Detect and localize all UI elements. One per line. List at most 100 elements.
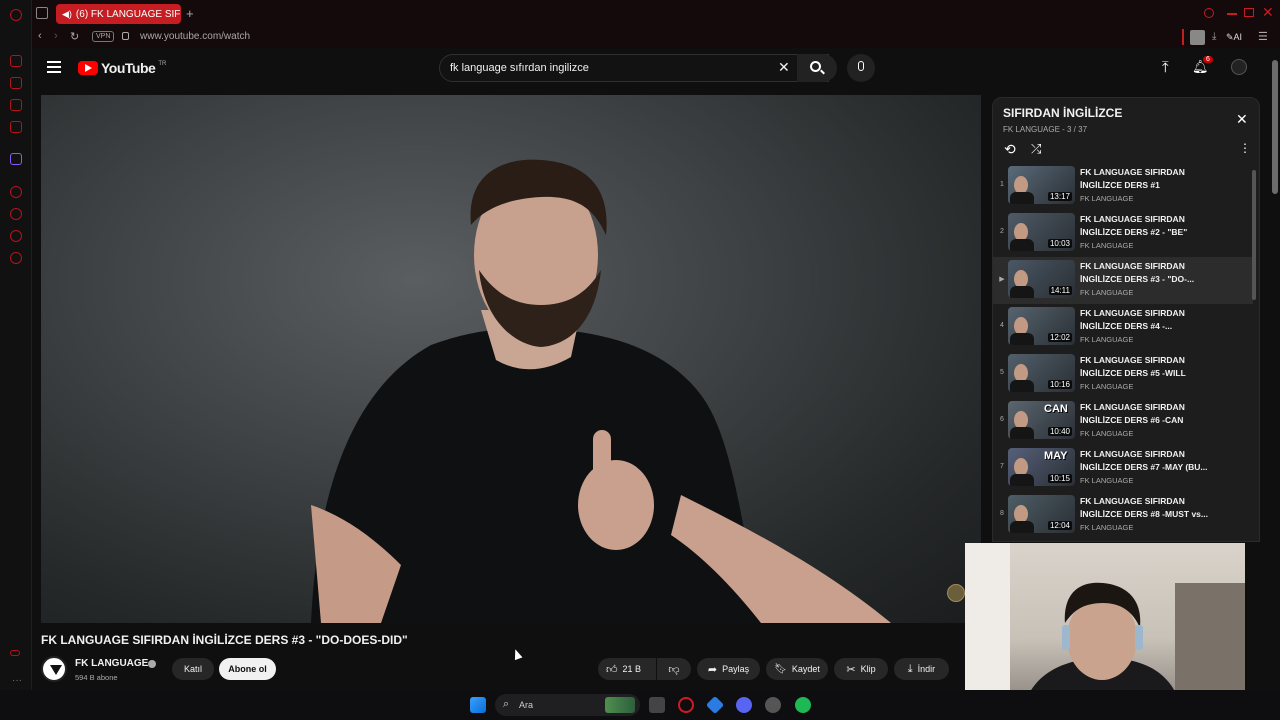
spotify-icon[interactable]	[795, 697, 811, 713]
close-window-icon[interactable]: ✕	[1262, 4, 1274, 21]
maximize-icon[interactable]	[1244, 8, 1254, 17]
lock-icon[interactable]	[122, 32, 129, 40]
playlist-item-title[interactable]: FK LANGUAGE SIFIRDAN İNGİLİZCE DERS #7 -M…	[1080, 448, 1220, 474]
title-line-1: FK LANGUAGE SIFIRDAN	[1080, 308, 1185, 318]
playlist-item-thumbnail[interactable]: 14:11	[1008, 260, 1075, 298]
playlist-item[interactable]: 4 12:02 FK LANGUAGE SIFIRDAN İNGİLİZCE DERS…	[993, 304, 1253, 351]
playlist-item-index: 8	[1000, 510, 1004, 517]
playlist-item-title[interactable]: FK LANGUAGE SIFIRDAN İNGİLİZCE DERS #2 - …	[1080, 213, 1220, 239]
aria-icon[interactable]	[10, 55, 22, 67]
back-icon[interactable]: ‹	[38, 30, 42, 42]
playlist-item-title[interactable]: FK LANGUAGE SIFIRDAN İNGİLİZCE DERS #5 -W…	[1080, 354, 1220, 380]
clip-button[interactable]: ✂ Klip	[834, 658, 888, 680]
playlist-item[interactable]: 6 CAN 10:40 FK LANGUAGE SIFIRDAN İNGİLİZCE D…	[993, 398, 1253, 445]
search-button[interactable]	[797, 54, 837, 82]
share-button[interactable]: ➦ Paylaş	[697, 658, 760, 680]
url-field[interactable]: www.youtube.com/watch	[140, 31, 250, 42]
playlist-item-title[interactable]: FK LANGUAGE SIFIRDAN İNGİLİZCE DERS #3 - …	[1080, 260, 1220, 286]
playlist-item-title[interactable]: FK LANGUAGE SIFIRDAN İNGİLİZCE DERS #4 -.…	[1080, 307, 1220, 333]
playlist-item[interactable]: ▶ 14:11 FK LANGUAGE SIFIRDAN İNGİLİZCE DERS…	[993, 257, 1253, 304]
workspaces-icon[interactable]	[36, 7, 48, 19]
thumbnail-body	[1010, 192, 1034, 204]
playlist-item[interactable]: 8 12:04 FK LANGUAGE SIFIRDAN İNGİLİZCE DERS…	[993, 492, 1253, 539]
taskbar-search-input[interactable]: ⌕ Ara	[495, 694, 640, 716]
playlist-item-title[interactable]: FK LANGUAGE SIFIRDAN İNGİLİZCE DERS #8 -M…	[1080, 495, 1220, 521]
taskbar-search-placeholder: Ara	[519, 700, 534, 710]
video-duration: 10:15	[1047, 474, 1072, 483]
upload-icon[interactable]: ⤒	[1162, 59, 1169, 76]
channel-avatar[interactable]	[41, 656, 67, 682]
like-button[interactable]: 👍︎ 21 B	[598, 658, 656, 680]
clear-search-icon[interactable]: ✕	[778, 59, 790, 76]
loop-icon[interactable]: ⟲	[1004, 141, 1016, 158]
thumbnail-body	[1010, 474, 1034, 486]
bookmarks-icon[interactable]	[10, 230, 22, 242]
account-avatar[interactable]	[1231, 59, 1247, 75]
title-line-1: FK LANGUAGE SIFIRDAN	[1080, 167, 1185, 177]
channel-watermark-icon[interactable]	[947, 584, 965, 602]
title-line-2: İNGİLİZCE DERS #1	[1080, 180, 1160, 190]
opera-gx-taskbar-icon[interactable]	[678, 697, 694, 713]
playlist-title[interactable]: SIFIRDAN İNGİLİZCE	[1003, 106, 1122, 120]
page-scrollbar[interactable]	[1272, 60, 1278, 194]
aria-ai-button[interactable]: ✎AI	[1226, 32, 1242, 43]
search-input[interactable]: fk language sıfırdan ingilizce ✕	[439, 54, 829, 82]
playlist-item-thumbnail[interactable]: 12:04	[1008, 495, 1075, 533]
opera-logo-icon[interactable]	[10, 9, 22, 21]
save-button[interactable]: 🔖︎ Kaydet	[766, 658, 828, 680]
playlist-item-thumbnail[interactable]: CAN 10:40	[1008, 401, 1075, 439]
like-icon: 👍︎	[606, 663, 618, 676]
history-icon[interactable]	[10, 208, 22, 220]
menu-icon[interactable]	[47, 61, 61, 63]
messenger-icon[interactable]	[10, 77, 22, 89]
easy-setup-icon[interactable]: ☰	[1258, 30, 1268, 43]
profile-avatar[interactable]	[1190, 30, 1205, 45]
playlist-item-thumbnail[interactable]: 10:03	[1008, 213, 1075, 251]
steam-icon[interactable]	[765, 697, 781, 713]
playlist-item-title[interactable]: FK LANGUAGE SIFIRDAN İNGİLİZCE DERS #1	[1080, 166, 1220, 192]
playlist-scrollbar[interactable]	[1252, 170, 1256, 300]
windows-start-icon[interactable]	[470, 697, 486, 713]
active-tab[interactable]: ◀) (6) FK LANGUAGE SIFIRDAN	[56, 4, 181, 24]
close-playlist-icon[interactable]: ✕	[1236, 111, 1248, 128]
title-line-1: FK LANGUAGE SIFIRDAN	[1080, 402, 1185, 412]
youtube-logo[interactable]: YouTube TR	[78, 60, 166, 76]
shuffle-icon[interactable]: ⤮	[1031, 141, 1041, 157]
playlist-item-thumbnail[interactable]: 12:02	[1008, 307, 1075, 345]
more-icon[interactable]: ···	[12, 675, 22, 686]
voice-search-button[interactable]	[847, 54, 875, 82]
playlist-item-thumbnail[interactable]: MAY 10:15	[1008, 448, 1075, 486]
video-player[interactable]	[41, 95, 981, 623]
twitch-icon[interactable]	[10, 153, 22, 165]
vscode-icon[interactable]	[705, 695, 725, 715]
playlist-item[interactable]: 1 13:17 FK LANGUAGE SIFIRDAN İNGİLİZCE DERS…	[993, 163, 1253, 210]
player-icon[interactable]	[10, 186, 22, 198]
search-tabs-icon[interactable]	[1204, 8, 1214, 18]
join-button[interactable]: Katıl	[172, 658, 214, 680]
forward-icon[interactable]: ›	[54, 30, 58, 42]
thumbnail-body	[1010, 333, 1034, 345]
whatsapp-icon[interactable]	[10, 99, 22, 111]
discord-icon[interactable]	[736, 697, 752, 713]
reload-icon[interactable]: ↻	[70, 30, 79, 43]
thumbnail-body	[1010, 239, 1034, 251]
playlist-item-thumbnail[interactable]: 10:16	[1008, 354, 1075, 392]
dislike-button[interactable]: 👎︎	[657, 658, 691, 680]
playlist-item-thumbnail[interactable]: 13:17	[1008, 166, 1075, 204]
minimize-icon[interactable]	[1227, 13, 1237, 15]
download-icon[interactable]: ⤓	[1212, 31, 1216, 42]
thumbnail-text: MAY	[1044, 450, 1068, 462]
subscribe-button[interactable]: Abone ol	[219, 658, 276, 680]
download-button[interactable]: ⤓ İndir	[894, 658, 949, 680]
vpn-badge[interactable]: VPN	[92, 31, 115, 42]
playlist-item[interactable]: 2 10:03 FK LANGUAGE SIFIRDAN İNGİLİZCE DERS…	[993, 210, 1253, 257]
task-view-icon[interactable]	[649, 697, 665, 713]
new-tab-button[interactable]: +	[186, 6, 194, 21]
playlist-item[interactable]: 5 10:16 FK LANGUAGE SIFIRDAN İNGİLİZCE DERS…	[993, 351, 1253, 398]
channel-name[interactable]: FK LANGUAGE	[75, 658, 148, 669]
playlist-item-title[interactable]: FK LANGUAGE SIFIRDAN İNGİLİZCE DERS #6 -C…	[1080, 401, 1220, 427]
playlist-item[interactable]: 7 MAY 10:15 FK LANGUAGE SIFIRDAN İNGİLİZCE D…	[993, 445, 1253, 492]
settings-icon[interactable]	[10, 252, 22, 264]
more-options-icon[interactable]: ⋮	[1239, 141, 1251, 155]
youtube-music-icon[interactable]	[10, 121, 22, 133]
